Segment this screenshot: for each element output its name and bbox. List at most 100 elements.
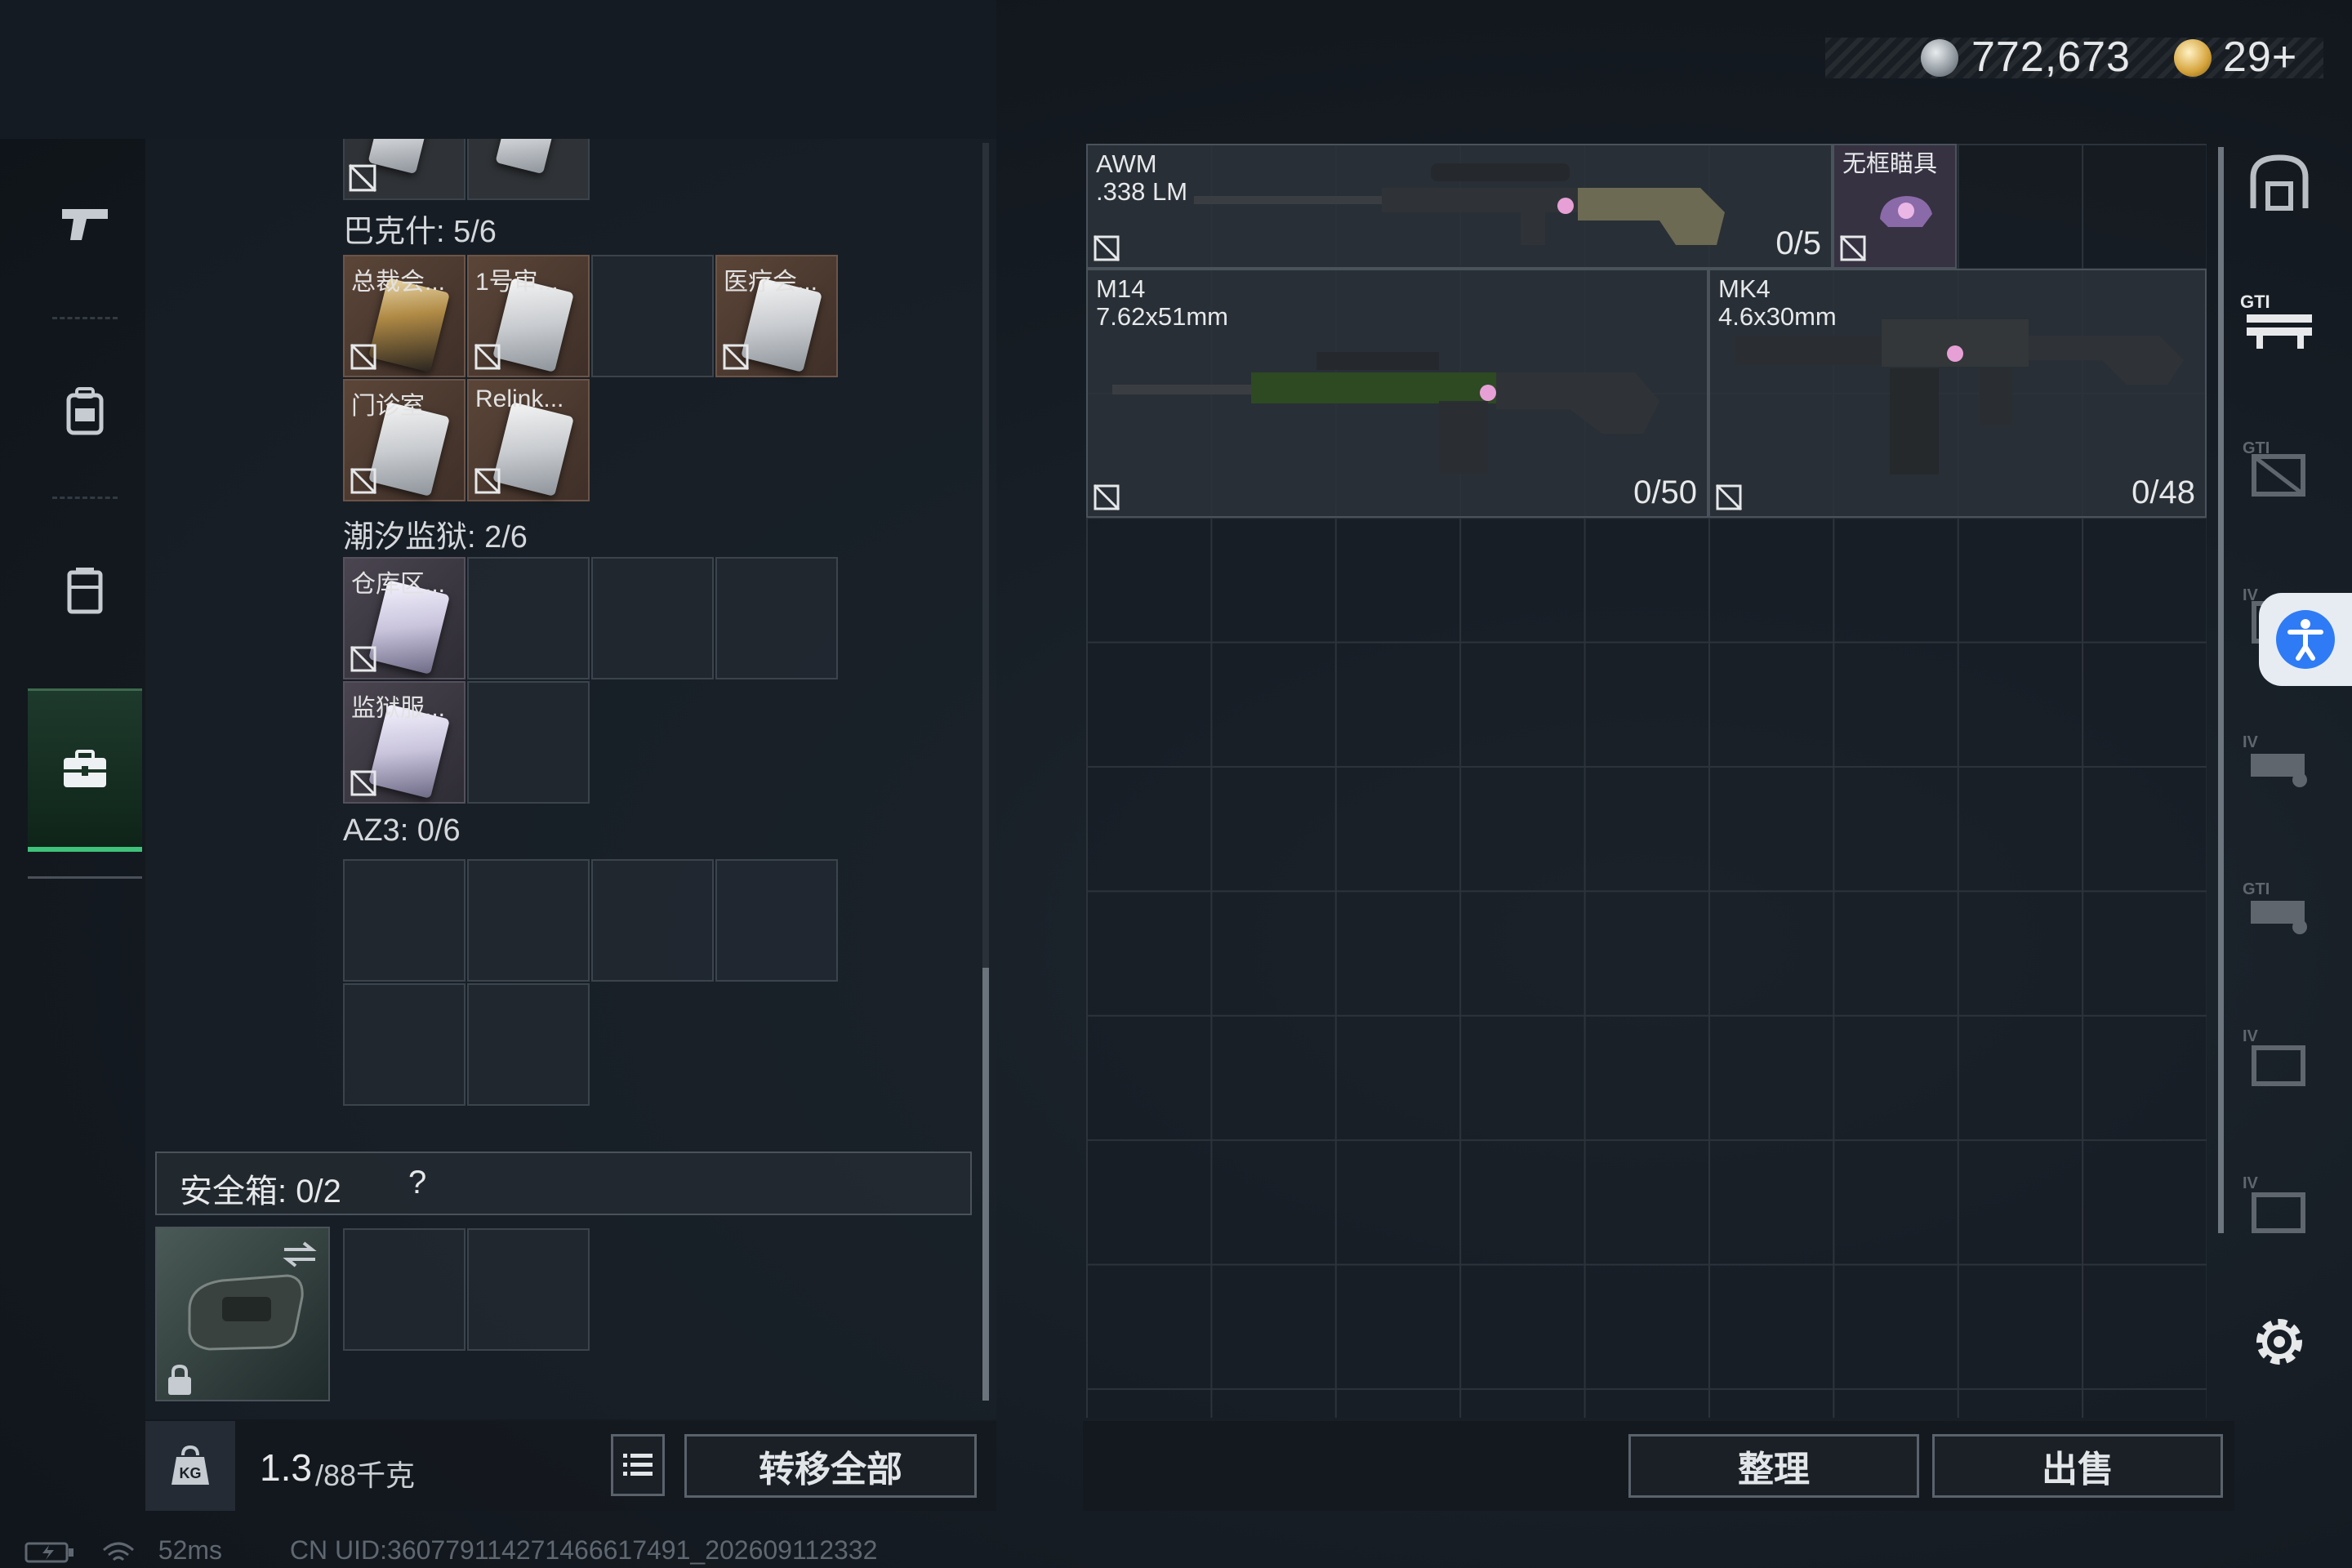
ping-value: 52ms bbox=[158, 1535, 223, 1565]
empty-slot[interactable] bbox=[343, 983, 466, 1106]
gold-currency-value[interactable]: 29+ bbox=[2223, 33, 2297, 82]
empty-slot[interactable] bbox=[467, 983, 590, 1106]
gun-rack-icon: GTI bbox=[2240, 292, 2312, 349]
backpack-scroll-thumb[interactable] bbox=[982, 968, 989, 1401]
smg-icon bbox=[1735, 319, 2184, 474]
keycard-label: 总裁会... bbox=[351, 269, 446, 296]
sight-icon bbox=[1880, 196, 1932, 227]
weapon-name: M14 7.62x51mm bbox=[1096, 274, 1228, 331]
weight-max: /88千克 bbox=[315, 1459, 416, 1492]
tab-storage-3[interactable]: IV bbox=[2234, 717, 2324, 807]
empty-slot[interactable] bbox=[715, 557, 838, 679]
swap-icon bbox=[283, 1241, 317, 1267]
vest-icon bbox=[67, 568, 103, 614]
tab-storage-1[interactable]: GTI bbox=[2234, 423, 2324, 513]
container-label: 潮汐监狱: 2/6 bbox=[343, 520, 528, 555]
list-view-button[interactable] bbox=[611, 1434, 665, 1496]
keycard-slot[interactable]: 监狱服... bbox=[343, 681, 466, 804]
no-sell-icon bbox=[722, 343, 750, 371]
settings-button[interactable] bbox=[2234, 1297, 2324, 1387]
warehouse-scrollbar[interactable] bbox=[2218, 147, 2224, 1233]
keycard-slot[interactable]: 门诊室 bbox=[343, 379, 466, 501]
category-nav bbox=[28, 131, 142, 879]
ammo-count: 0/5 bbox=[1775, 225, 1821, 261]
backpack-footer: KG 1.3 /88千克 转移全部 bbox=[145, 1421, 996, 1511]
no-sell-icon bbox=[350, 645, 377, 673]
tab-home[interactable] bbox=[2234, 137, 2324, 227]
safe-box-slot[interactable] bbox=[343, 1228, 466, 1351]
nav-items[interactable] bbox=[28, 688, 142, 852]
container-label: AZ3: 0/6 bbox=[343, 813, 461, 848]
sort-button[interactable]: 整理 bbox=[1628, 1434, 1919, 1498]
weapon-name: AWM .338 LM bbox=[1096, 149, 1188, 206]
tab-storage-6[interactable]: IV bbox=[2234, 1158, 2324, 1248]
svg-text:IV: IV bbox=[2243, 1174, 2259, 1192]
wifi-icon bbox=[102, 1542, 134, 1561]
weapon-slot[interactable]: MK4 4.6x30mm 0/48 bbox=[1708, 269, 2207, 518]
nav-equipment[interactable] bbox=[28, 329, 142, 492]
safe-box-case[interactable] bbox=[155, 1227, 330, 1401]
safe-case-icon bbox=[188, 1274, 304, 1351]
keycard-label: 门诊室 bbox=[351, 393, 425, 420]
status-bar: 52ms CN UID:360779114271466617491_202609… bbox=[24, 1535, 877, 1566]
uid-label: CN UID:360779114271466617491_20260911233… bbox=[289, 1535, 878, 1565]
svg-text:IV: IV bbox=[2243, 733, 2259, 751]
keycard-slot[interactable]: 1号审... bbox=[467, 255, 590, 377]
keycard-icon bbox=[492, 402, 574, 497]
safe-box-slot[interactable] bbox=[467, 1228, 590, 1351]
keycard-label: 1号审... bbox=[475, 269, 559, 296]
rifle-icon bbox=[1112, 352, 1659, 474]
pistol-icon bbox=[62, 209, 108, 240]
storage-crate-icon: IV bbox=[2243, 1174, 2305, 1233]
warehouse-tabs: GTI GTI IV IV GTI IV IV bbox=[2226, 137, 2324, 1419]
no-sell-icon bbox=[1839, 234, 1867, 262]
no-sell-icon bbox=[1715, 483, 1743, 511]
keycard-slot[interactable]: 医疗会... bbox=[715, 255, 838, 377]
sniper-rifle-icon bbox=[1194, 163, 1725, 245]
tab-weapon-rack[interactable]: GTI bbox=[2234, 276, 2324, 366]
svg-text:KG: KG bbox=[180, 1465, 202, 1481]
empty-slot[interactable] bbox=[343, 859, 466, 982]
no-sell-icon bbox=[1093, 483, 1120, 511]
nav-weapons[interactable] bbox=[28, 141, 142, 305]
keycard-label: 仓库区... bbox=[351, 571, 446, 598]
attachment-slot[interactable]: 无框瞄具 bbox=[1833, 144, 1957, 269]
empty-slot[interactable] bbox=[591, 255, 714, 377]
accessibility-button[interactable] bbox=[2259, 593, 2352, 686]
keycard-label: Relink... bbox=[475, 385, 564, 412]
list-icon bbox=[623, 1454, 653, 1476]
empty-slot[interactable] bbox=[591, 557, 714, 679]
empty-slot[interactable] bbox=[715, 859, 838, 982]
toolbox-icon bbox=[64, 749, 106, 787]
empty-slot[interactable] bbox=[467, 859, 590, 982]
keycard-slot[interactable]: Relink... bbox=[467, 379, 590, 501]
empty-slot[interactable] bbox=[467, 557, 590, 679]
ammo-count: 0/50 bbox=[1633, 474, 1697, 510]
no-sell-icon bbox=[1093, 234, 1120, 262]
lock-icon bbox=[168, 1364, 191, 1395]
weapon-slot[interactable]: AWM .338 LM 0/5 bbox=[1086, 144, 1833, 269]
attachment-name: 无框瞄具 bbox=[1842, 151, 1938, 177]
storage-crate-icon: IV bbox=[2243, 733, 2307, 787]
gear-icon bbox=[2256, 1319, 2302, 1365]
no-sell-icon bbox=[348, 163, 377, 193]
tab-storage-5[interactable]: IV bbox=[2234, 1011, 2324, 1101]
nav-gear[interactable] bbox=[28, 509, 142, 672]
storage-crate-icon: GTI bbox=[2243, 880, 2307, 934]
keycard-slot[interactable]: 仓库区... bbox=[343, 557, 466, 679]
empty-slot[interactable] bbox=[591, 859, 714, 982]
silver-currency-value: 772,673 bbox=[1971, 33, 2131, 81]
weapon-slot[interactable]: M14 7.62x51mm 0/50 bbox=[1086, 269, 1708, 518]
gold-coin-icon bbox=[2174, 39, 2212, 77]
safe-box-help-button[interactable]: ? bbox=[408, 1165, 426, 1201]
accessibility-icon bbox=[2276, 610, 2335, 669]
transfer-all-button[interactable]: 转移全部 bbox=[684, 1434, 977, 1498]
keycard-label: 医疗会... bbox=[724, 269, 818, 296]
svg-text:GTI: GTI bbox=[2243, 880, 2270, 898]
empty-slot[interactable] bbox=[467, 681, 590, 804]
svg-text:IV: IV bbox=[2243, 1027, 2259, 1045]
keycard-slot[interactable]: 总裁会... bbox=[343, 255, 466, 377]
silver-coin-icon bbox=[1921, 39, 1958, 77]
sell-button[interactable]: 出售 bbox=[1932, 1434, 2223, 1498]
tab-storage-4[interactable]: GTI bbox=[2234, 864, 2324, 954]
